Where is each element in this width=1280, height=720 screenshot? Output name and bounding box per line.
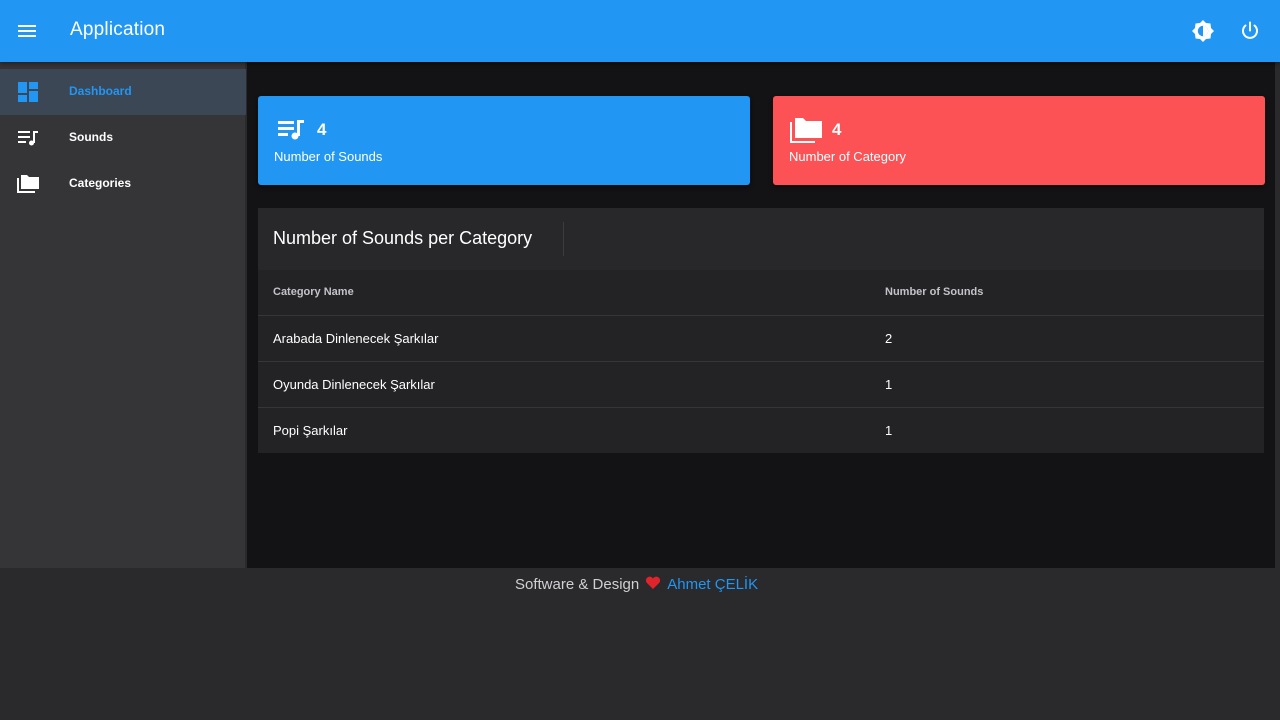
stat-label: Number of Sounds xyxy=(274,149,383,164)
sidebar-item-label: Dashboard xyxy=(69,84,132,98)
sidebar-item-dashboard[interactable]: Dashboard xyxy=(0,69,246,115)
card-header: Number of Sounds per Category xyxy=(258,208,1264,270)
table-row[interactable]: Arabada Dinlenecek Şarkılar 2 xyxy=(258,316,1264,362)
table-row[interactable]: Oyunda Dinlenecek Şarkılar 1 xyxy=(258,362,1264,408)
heart-icon xyxy=(645,576,661,590)
table-row[interactable]: Popi Şarkılar 1 xyxy=(258,408,1264,454)
app-bar: Application xyxy=(0,0,1280,62)
sound-count-cell: 2 xyxy=(885,331,893,346)
playlist-music-icon xyxy=(16,126,40,150)
category-name-cell: Arabada Dinlenecek Şarkılar xyxy=(273,331,439,346)
menu-icon[interactable] xyxy=(14,19,40,43)
scrollbar-gutter xyxy=(1275,62,1280,568)
footer-text: Software & Design xyxy=(515,576,640,593)
column-header[interactable]: Number of Sounds xyxy=(885,286,983,298)
dashboard-icon xyxy=(16,80,40,104)
column-header[interactable]: Category Name xyxy=(273,286,354,298)
category-name-cell: Popi Şarkılar xyxy=(273,423,348,438)
main-content: 4 Number of Sounds 4 Number of Category … xyxy=(247,62,1275,568)
stat-label: Number of Category xyxy=(789,149,907,164)
sidebar-item-sounds[interactable]: Sounds xyxy=(0,115,246,161)
table-header: Category Name Number of Sounds xyxy=(258,270,1264,316)
playlist-music-icon xyxy=(274,116,308,144)
app-title: Application xyxy=(70,19,166,40)
card-title: Number of Sounds per Category xyxy=(273,228,533,248)
author-link[interactable]: Ahmet ÇELİK xyxy=(667,576,758,593)
sidebar-item-label: Sounds xyxy=(69,130,113,144)
sound-count-cell: 1 xyxy=(885,423,893,438)
category-name-cell: Oyunda Dinlenecek Şarkılar xyxy=(273,377,435,392)
stat-value: 4 xyxy=(317,120,327,139)
brightness-icon[interactable] xyxy=(1191,19,1215,43)
power-icon[interactable] xyxy=(1239,20,1261,42)
sidebar-item-label: Categories xyxy=(69,176,132,190)
stat-card-categories[interactable]: 4 Number of Category xyxy=(773,96,1265,185)
sidebar: Dashboard Sounds Categories xyxy=(0,62,246,568)
footer-credit: Software & Design Ahmet ÇELİK xyxy=(515,576,758,593)
divider xyxy=(563,222,564,256)
sound-count-cell: 1 xyxy=(885,377,893,392)
folders-icon xyxy=(16,172,40,196)
folders-icon xyxy=(789,116,823,144)
stat-value: 4 xyxy=(832,120,842,139)
sidebar-item-categories[interactable]: Categories xyxy=(0,161,246,207)
footer: Software & Design Ahmet ÇELİK xyxy=(0,568,1280,720)
stat-card-sounds[interactable]: 4 Number of Sounds xyxy=(258,96,750,185)
sounds-per-category-card: Number of Sounds per Category Category N… xyxy=(258,208,1264,453)
